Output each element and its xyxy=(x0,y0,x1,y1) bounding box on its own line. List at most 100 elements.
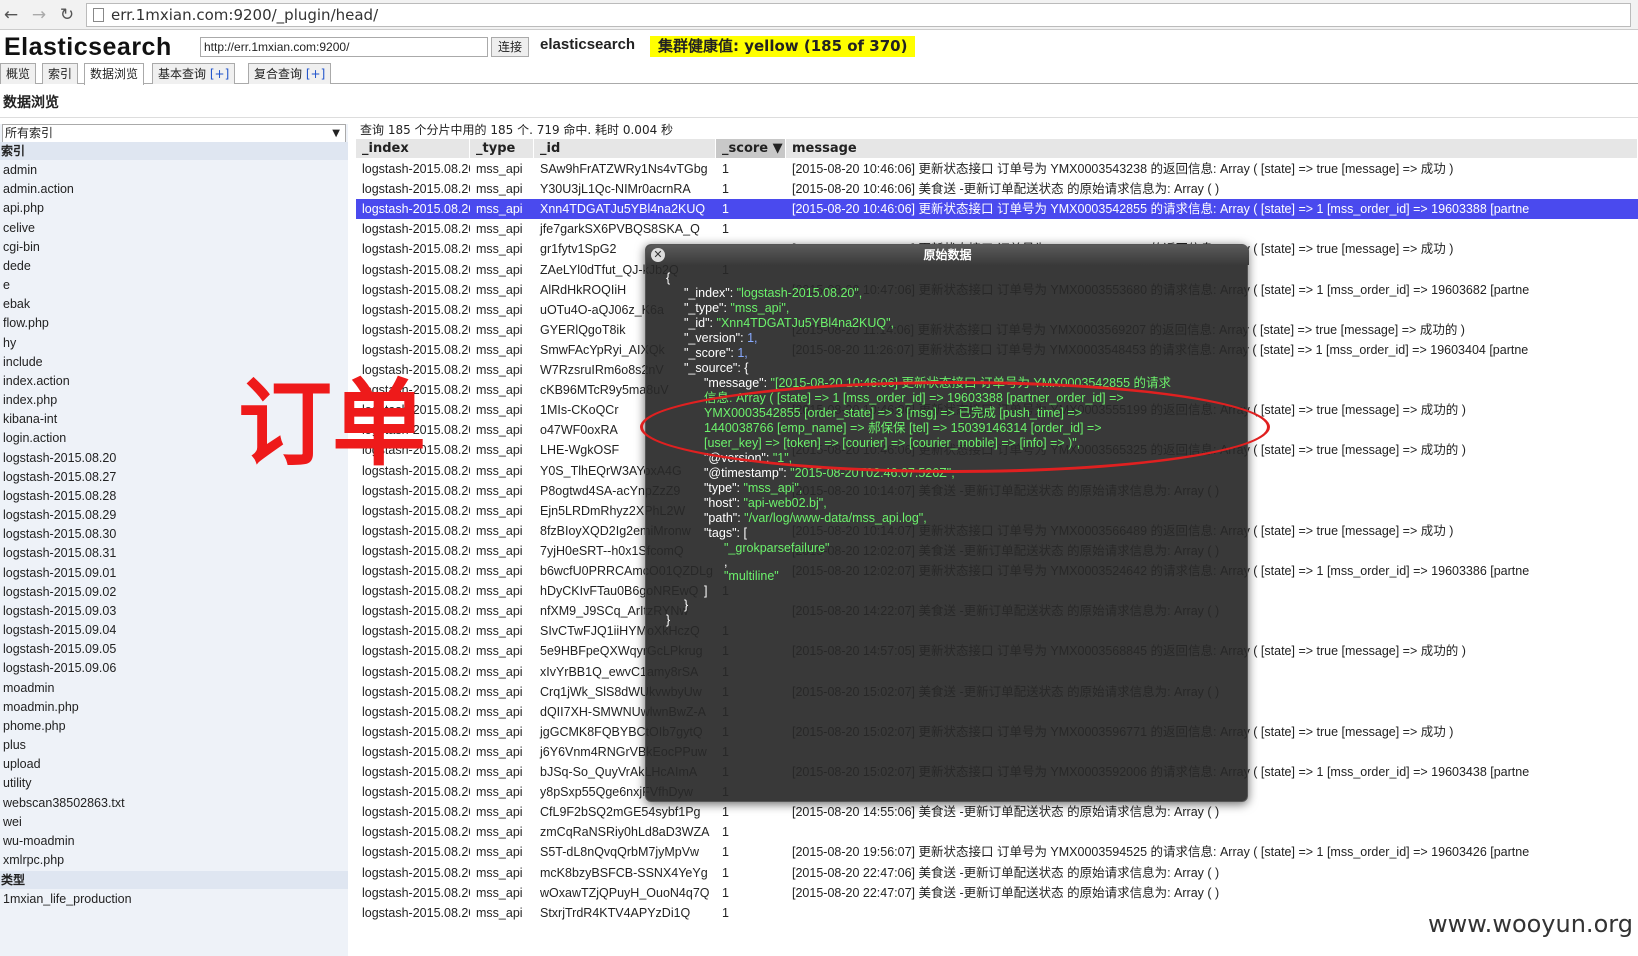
index-filter-item[interactable]: ebak xyxy=(0,294,348,314)
column-header[interactable]: _id xyxy=(534,139,716,158)
table-cell-type: mss_api xyxy=(476,704,523,719)
table-cell-index: logstash-2015.08.20 xyxy=(362,765,470,779)
table-row[interactable]: logstash-2015.08.20 mss_api zmCqRaNSRiy0hL… xyxy=(356,822,1638,842)
table-cell-index: logstash-2015.08.20 xyxy=(362,644,470,659)
tab-overview[interactable]: 概览 xyxy=(0,63,37,84)
table-cell-index: logstash-2015.08.20 xyxy=(362,604,470,619)
index-filter-item[interactable]: logstash-2015.09.01 xyxy=(0,563,348,583)
table-cell-score: 1 xyxy=(722,202,729,217)
close-icon[interactable]: ✕ xyxy=(651,248,665,262)
index-filter-item[interactable]: e xyxy=(0,275,348,295)
index-filter-item[interactable]: api.php xyxy=(0,198,348,218)
column-header[interactable]: message xyxy=(786,139,1638,158)
tab-browser[interactable]: 数据浏览 xyxy=(84,63,145,85)
table-cell-message: [2015-08-20 10:46:06] 美食送 -更新订单配送状态 的原始请… xyxy=(792,182,1220,197)
table-row[interactable]: logstash-2015.08.20 mss_api Xnn4TDGATJu5YB… xyxy=(356,199,1638,220)
table-cell-type: mss_api xyxy=(476,423,523,438)
table-cell-type: mss_api xyxy=(476,182,523,197)
table-cell-type: mss_api xyxy=(476,825,523,840)
table-cell-type: mss_api xyxy=(476,684,523,699)
json-line: "tags": [ xyxy=(704,526,747,541)
index-select[interactable]: 所有索引 ▼ xyxy=(2,124,346,143)
index-filter-item[interactable]: logstash-2015.09.02 xyxy=(0,582,348,602)
column-header[interactable]: _index xyxy=(356,139,470,158)
table-row[interactable]: logstash-2015.08.20 mss_api wOxawTZjQPuyH_… xyxy=(356,883,1638,903)
tab-label: 概览 xyxy=(6,67,31,81)
index-filter-item[interactable]: upload xyxy=(0,754,348,774)
column-header[interactable]: _score ▼ xyxy=(716,139,786,158)
index-filter-item[interactable]: dede xyxy=(0,256,348,276)
table-cell-index: logstash-2015.08.20 xyxy=(362,182,470,197)
table-cell-type: mss_api xyxy=(476,222,523,237)
index-filter-item[interactable]: logstash-2015.08.31 xyxy=(0,543,348,563)
address-bar[interactable]: err.1mxian.com:9200/_plugin/head/ xyxy=(86,3,1631,27)
tab-label: 基本查询 xyxy=(158,67,207,81)
table-row[interactable]: logstash-2015.08.20 mss_api CfL9F2bSQ2mGE5… xyxy=(356,802,1638,822)
table-cell-message: [2015-08-20 22:47:06] 美食送 -更新订单配送状态 的原始请… xyxy=(792,865,1220,880)
back-arrow-icon[interactable]: ← xyxy=(0,4,22,26)
table-cell-type: mss_api xyxy=(476,664,523,679)
index-filter-item[interactable]: logstash-2015.09.03 xyxy=(0,601,348,621)
table-cell-type: mss_api xyxy=(476,744,523,759)
index-filter-item[interactable]: admin.action xyxy=(0,179,348,199)
table-cell-index: logstash-2015.08.20 xyxy=(362,202,470,217)
tab-basic-query[interactable]: 基本查询 [+] xyxy=(152,63,236,84)
table-cell-type: mss_api xyxy=(476,584,523,599)
connect-button[interactable]: 连接 xyxy=(491,37,530,57)
type-filter-item[interactable]: 1mxian_life_production xyxy=(0,889,348,909)
table-cell-id: SAw9hFrATZWRy1Ns4vTGbg xyxy=(540,162,708,176)
index-filter-item[interactable]: xmlrpc.php xyxy=(0,850,348,870)
tab-indices[interactable]: 索引 xyxy=(42,63,79,84)
index-filter-item[interactable]: moadmin xyxy=(0,678,348,698)
index-filter-item[interactable]: logstash-2015.09.04 xyxy=(0,620,348,640)
table-row[interactable]: logstash-2015.08.20 mss_api jfe7garkSX6PVB… xyxy=(356,219,1638,239)
index-filter-item[interactable]: logstash-2015.08.28 xyxy=(0,486,348,506)
table-row[interactable]: logstash-2015.08.20 mss_api mcK8bzyBSFCB-S… xyxy=(356,863,1638,883)
reload-icon[interactable]: ↻ xyxy=(56,4,78,26)
table-cell-type: mss_api xyxy=(476,644,523,659)
index-filter-item[interactable]: logstash-2015.08.29 xyxy=(0,505,348,525)
index-filter-item[interactable]: flow.php xyxy=(0,313,348,333)
index-filter-item[interactable]: utility xyxy=(0,773,348,793)
table-cell-index: logstash-2015.08.20 xyxy=(362,242,470,257)
index-filter-item[interactable]: wu-moadmin xyxy=(0,831,348,851)
index-filter-item[interactable]: admin xyxy=(0,160,348,180)
index-filter-item[interactable]: hy xyxy=(0,333,348,353)
table-cell-message: [2015-08-20 22:47:07] 美食送 -更新订单配送状态 的原始请… xyxy=(792,885,1220,900)
index-filter-item[interactable]: plus xyxy=(0,735,348,755)
tab-label: 索引 xyxy=(48,67,73,81)
table-cell-index: logstash-2015.08.20 xyxy=(362,322,470,337)
table-row[interactable]: logstash-2015.08.20 mss_api SAw9hFrATZWRy1… xyxy=(356,159,1638,179)
index-filter-item[interactable]: moadmin.php xyxy=(0,697,348,717)
connect-url-input[interactable]: http://err.1mxian.com:9200/ xyxy=(200,37,488,57)
index-filter-item[interactable]: cgi-bin xyxy=(0,237,348,257)
json-line: "_index": "logstash-2015.08.20", xyxy=(684,286,862,301)
table-row[interactable]: logstash-2015.08.20 mss_api S5T-dL8nQvqQrb… xyxy=(356,842,1638,862)
table-cell-type: mss_api xyxy=(476,503,523,518)
table-cell-type: mss_api xyxy=(476,363,523,377)
json-value: 1, xyxy=(737,346,748,360)
index-filter-item[interactable]: logstash-2015.08.30 xyxy=(0,524,348,544)
tab-label: 数据浏览 xyxy=(90,67,139,81)
index-filter-item[interactable]: include xyxy=(0,352,348,372)
table-cell-index: logstash-2015.08.20 xyxy=(362,503,470,518)
index-filter-item[interactable]: logstash-2015.09.05 xyxy=(0,639,348,659)
forward-arrow-icon[interactable]: → xyxy=(28,4,50,26)
table-row[interactable]: logstash-2015.08.20 mss_api Y30U3jL1Qc-NIM… xyxy=(356,179,1638,199)
index-filter-item[interactable]: phome.php xyxy=(0,716,348,736)
json-key: "_type": xyxy=(684,301,731,315)
tab-compound-query[interactable]: 复合查询 [+] xyxy=(248,63,332,84)
cluster-name: elasticsearch xyxy=(540,36,636,53)
column-header[interactable]: _type xyxy=(470,139,534,158)
index-filter-header: 索引 xyxy=(0,142,348,160)
page-icon xyxy=(93,8,104,22)
index-filter-item[interactable]: celive xyxy=(0,218,348,238)
table-cell-message: [2015-08-20 14:55:06] 美食送 -更新订单配送状态 的原始请… xyxy=(792,805,1220,820)
table-cell-type: mss_api xyxy=(476,262,523,277)
raw-data-dialog: ✕ 原始数据 {"_index": "logstash-2015.08.20",… xyxy=(645,244,1249,802)
table-cell-type: mss_api xyxy=(476,765,523,779)
index-filter-item[interactable]: webscan38502863.txt xyxy=(0,793,348,813)
index-filter-item[interactable]: wei xyxy=(0,812,348,832)
highlight-ellipse xyxy=(640,381,1270,473)
index-filter-item[interactable]: logstash-2015.09.06 xyxy=(0,658,348,678)
